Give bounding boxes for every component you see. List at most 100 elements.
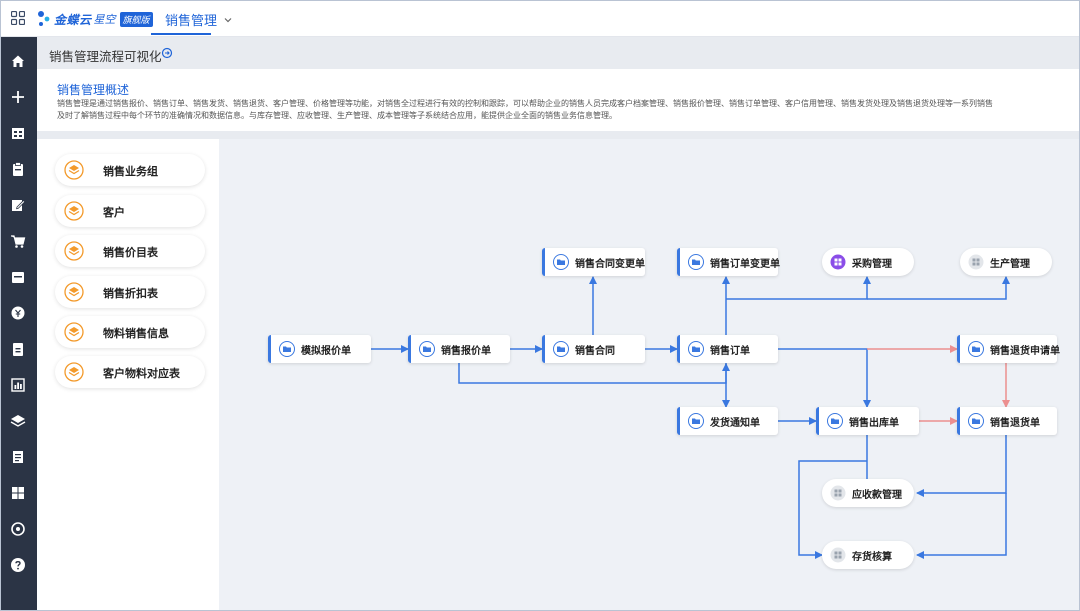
module-tab-sales[interactable]: 销售管理 (165, 10, 233, 29)
cart-icon[interactable] (10, 233, 26, 249)
layers-icon (64, 160, 84, 180)
node-label: 销售出库单 (849, 417, 899, 429)
list-item-price-list[interactable]: 销售价目表 (55, 235, 205, 267)
node-sales-order[interactable]: 销售订单 (677, 335, 778, 363)
node-sales-contract[interactable]: 销售合同 (542, 335, 645, 363)
overview-panel: 销售管理概述 销售管理是通过销售报价、销售订单、销售发货、销售退货、客户管理、价… (43, 71, 1079, 133)
refresh-icon[interactable] (161, 47, 173, 59)
node-production-mgmt[interactable]: 生产管理 (960, 248, 1052, 276)
node-label: 应收款管理 (852, 489, 902, 501)
list-item-label: 客户物料对应表 (103, 367, 180, 380)
brand-edition: 星空 (93, 13, 116, 26)
overview-title: 销售管理概述 (57, 83, 130, 97)
chart-icon[interactable] (10, 377, 26, 393)
list-item-label: 销售价目表 (103, 246, 158, 259)
overview-text-line-1: 销售管理是通过销售报价、销售订单、销售发货、销售退货、客户管理、价格管理等功能，… (57, 99, 993, 108)
brand-name: 金蝶云 (54, 12, 92, 27)
node-label: 采购管理 (852, 258, 892, 270)
basic-data-list: 销售业务组 客户 销售价目表 销售折扣表 物料销售信息 客户物料对应表 (43, 139, 219, 610)
node-sales-quote[interactable]: 销售报价单 (408, 335, 510, 363)
folder-icon (968, 413, 984, 429)
node-inventory-cost[interactable]: 存货核算 (822, 541, 914, 569)
node-order-change[interactable]: 销售订单变更单 (677, 248, 780, 276)
edge-return-to-receivable (916, 435, 1007, 497)
layers-icon (64, 362, 84, 382)
kingdee-logo-icon (38, 11, 50, 26)
folder-icon (553, 341, 569, 357)
finance-icon[interactable] (10, 125, 26, 141)
app-window: 金蝶云 星空 旗舰版 销售管理 销售管理流程可视化 销售管理概述 销售管理是通过… (0, 0, 1080, 611)
left-nav-bar (1, 37, 37, 610)
node-contract-change[interactable]: 销售合同变更单 (542, 248, 645, 276)
node-label: 销售报价单 (441, 345, 491, 357)
edge-order-to-production (867, 276, 1010, 300)
node-return-request[interactable]: 销售退货申请单 (957, 335, 1060, 363)
list-item-customer[interactable]: 客户 (55, 195, 205, 227)
folder-icon (279, 341, 295, 357)
brand-logo[interactable]: 金蝶云 星空 旗舰版 (37, 9, 153, 29)
home-icon[interactable] (10, 53, 26, 69)
flow-connectors (371, 276, 1010, 559)
layers-icon (64, 282, 84, 302)
report-icon[interactable] (10, 341, 26, 357)
edge-return-to-inventory (916, 493, 1007, 559)
node-label: 模拟报价单 (301, 345, 351, 357)
node-delivery-notice[interactable]: 发货通知单 (677, 407, 778, 435)
wallet-icon[interactable] (10, 269, 26, 285)
overview-text: 销售管理是通过销售报价、销售订单、销售发货、销售退货、客户管理、价格管理等功能，… (57, 98, 1079, 122)
page-title: 销售管理流程可视化 (49, 49, 162, 64)
overview-text-line-2: 及时了解销售过程中每个环节的准确情况和数据信息。与库存管理、应收管理、生产管理、… (57, 111, 617, 120)
list-item-label: 客户 (103, 206, 125, 219)
folder-icon (688, 413, 704, 429)
dashboard-icon[interactable] (10, 485, 26, 501)
node-label: 销售合同 (575, 345, 615, 357)
node-label: 生产管理 (990, 258, 1030, 270)
edit-icon[interactable] (10, 197, 26, 213)
section-divider (37, 131, 1079, 139)
edge-quote-to-order (458, 363, 730, 384)
list-item-material-sales-info[interactable]: 物料销售信息 (55, 316, 205, 348)
layers-icon (64, 201, 84, 221)
node-label: 存货核算 (852, 551, 892, 563)
node-quote-sim[interactable]: 模拟报价单 (268, 335, 371, 363)
node-purchase-mgmt[interactable]: 采购管理 (822, 248, 914, 276)
list-item-customer-material-map[interactable]: 客户物料对应表 (55, 356, 205, 388)
settings-ring-icon[interactable] (10, 521, 26, 537)
layers-icon (64, 241, 84, 261)
folder-icon (827, 413, 843, 429)
module-tab-label: 销售管理 (165, 14, 218, 29)
list-item-discount-list[interactable]: 销售折扣表 (55, 276, 205, 308)
folder-icon (553, 254, 569, 270)
page-header: 销售管理流程可视化 (37, 37, 1079, 69)
layers-icon[interactable] (10, 413, 26, 429)
node-label: 销售订单 (710, 345, 750, 357)
help-icon[interactable] (10, 557, 26, 573)
grid-icon (830, 485, 846, 501)
apps-icon (830, 254, 846, 270)
folder-icon (968, 341, 984, 357)
active-tab-indicator (151, 33, 211, 35)
plus-icon[interactable] (10, 89, 26, 105)
list-item-sales-team[interactable]: 销售业务组 (55, 154, 205, 186)
node-label: 销售退货单 (990, 417, 1040, 429)
coin-icon[interactable] (10, 305, 26, 321)
list-item-label: 物料销售信息 (103, 327, 169, 340)
flow-canvas: 模拟报价单 销售报价单 销售合同 销售订单 销售合同变更单 销售订单变更单 采购… (219, 139, 1079, 610)
list-item-label: 销售折扣表 (103, 287, 158, 300)
grid-icon (830, 547, 846, 563)
clipboard-icon[interactable] (10, 161, 26, 177)
node-label: 销售订单变更单 (710, 258, 780, 270)
folder-icon (688, 254, 704, 270)
grid-icon (968, 254, 984, 270)
layers-icon (64, 322, 84, 342)
top-bar: 金蝶云 星空 旗舰版 销售管理 (1, 1, 1079, 37)
chevron-down-icon (224, 17, 232, 22)
node-sales-return[interactable]: 销售退货单 (957, 407, 1057, 435)
node-sales-outbound[interactable]: 销售出库单 (816, 407, 919, 435)
document-list-icon[interactable] (10, 449, 26, 465)
node-receivable-mgmt[interactable]: 应收款管理 (822, 479, 914, 507)
list-item-label: 销售业务组 (103, 165, 158, 178)
node-label: 销售合同变更单 (575, 258, 645, 270)
app-grid-icon[interactable] (11, 11, 25, 25)
node-label: 发货通知单 (710, 417, 760, 429)
